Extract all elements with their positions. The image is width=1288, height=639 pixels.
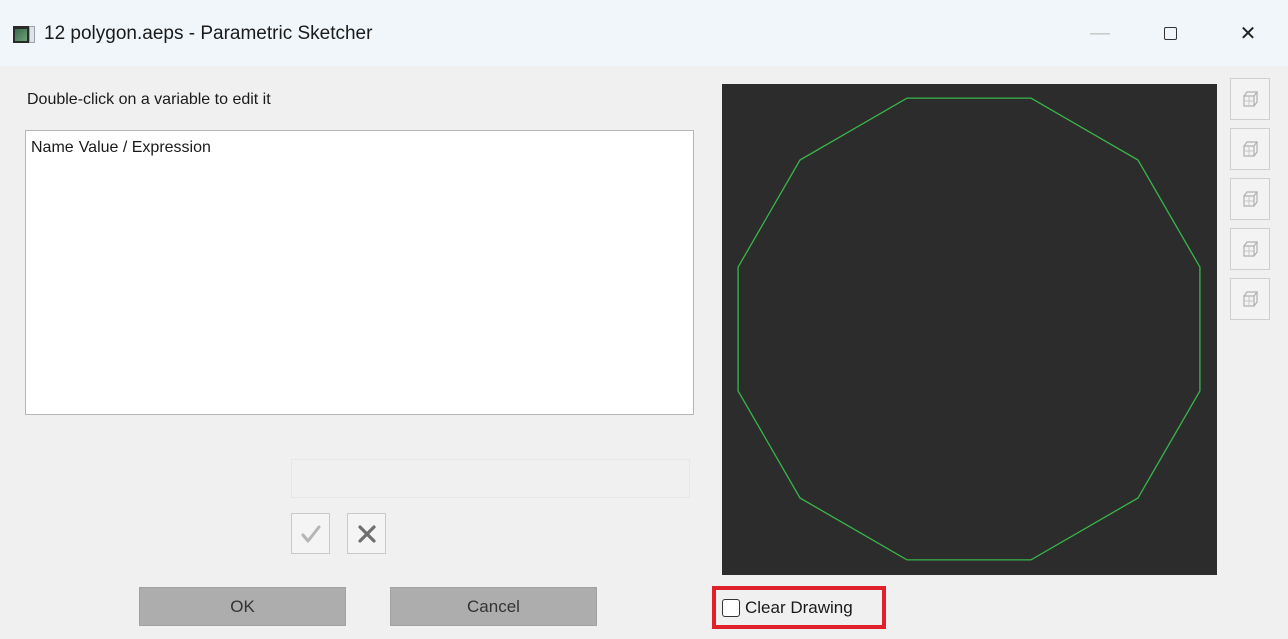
maximize-icon <box>1163 26 1177 40</box>
clear-drawing-option[interactable]: Clear Drawing <box>712 586 886 629</box>
column-name[interactable]: Name <box>31 139 74 157</box>
column-value-expression[interactable]: Value / Expression <box>79 139 211 157</box>
edit-hint: Double-click on a variable to edit it <box>27 91 271 108</box>
cube-view-icon <box>1243 141 1259 157</box>
variables-table[interactable]: Name Value / Expression <box>25 130 694 415</box>
app-icon <box>13 26 35 43</box>
close-button[interactable]: ✕ <box>1228 18 1268 48</box>
view-button-5[interactable] <box>1230 278 1270 320</box>
table-header: Name Value / Expression <box>31 139 211 157</box>
sketch-canvas[interactable] <box>722 84 1217 575</box>
cube-view-icon <box>1243 191 1259 207</box>
clear-drawing-label: Clear Drawing <box>745 597 853 617</box>
clear-drawing-checkbox[interactable] <box>722 598 740 617</box>
view-button-3[interactable] <box>1230 178 1270 220</box>
cancel-button[interactable]: Cancel <box>390 587 597 626</box>
reject-button[interactable] <box>347 513 386 554</box>
x-icon <box>357 524 376 543</box>
dodecagon-shape <box>737 97 1201 561</box>
cube-view-icon <box>1243 241 1259 257</box>
sketch-svg <box>737 97 1201 561</box>
expression-field[interactable] <box>291 459 690 498</box>
view-button-4[interactable] <box>1230 228 1270 270</box>
cube-view-icon <box>1243 91 1259 107</box>
ok-button[interactable]: OK <box>139 587 346 626</box>
checkmark-icon <box>301 525 320 542</box>
title-bar: 12 polygon.aeps - Parametric Sketcher — … <box>0 0 1288 66</box>
view-button-1[interactable] <box>1230 78 1270 120</box>
maximize-button[interactable] <box>1150 18 1190 48</box>
minimize-button[interactable]: — <box>1080 18 1120 48</box>
window-title: 12 polygon.aeps - Parametric Sketcher <box>44 23 373 44</box>
cube-view-icon <box>1243 291 1259 307</box>
accept-button[interactable] <box>291 513 330 554</box>
view-button-2[interactable] <box>1230 128 1270 170</box>
